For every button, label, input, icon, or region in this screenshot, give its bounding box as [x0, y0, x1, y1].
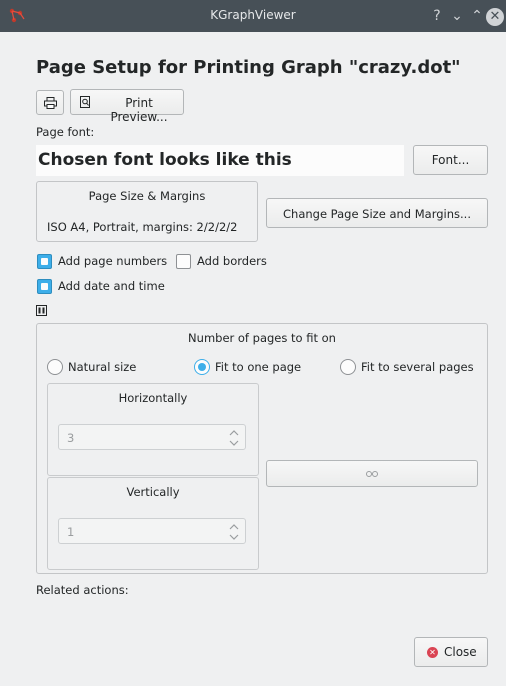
horizontal-pages-spinbox[interactable]: 3: [58, 424, 246, 450]
help-icon[interactable]: ?: [427, 6, 447, 26]
close-button[interactable]: ✕ Close: [414, 637, 488, 667]
vertically-label: Vertically: [126, 485, 180, 499]
font-sample-preview: Chosen font looks like this: [36, 145, 404, 176]
close-window-icon[interactable]: ✕: [486, 8, 504, 26]
font-button[interactable]: Font...: [413, 145, 488, 175]
fit-several-pages-radio[interactable]: [340, 359, 356, 375]
add-borders-label[interactable]: Add borders: [197, 254, 267, 268]
add-date-time-checkbox[interactable]: [37, 279, 52, 294]
add-page-numbers-label[interactable]: Add page numbers: [58, 254, 167, 268]
add-date-time-label[interactable]: Add date and time: [58, 279, 165, 293]
link-proportions-button[interactable]: [266, 460, 478, 487]
fit-group-title: Number of pages to fit on: [188, 331, 336, 345]
close-circle-icon: ✕: [427, 647, 438, 658]
vertical-pages-spinbox[interactable]: 1: [58, 518, 246, 544]
natural-size-label[interactable]: Natural size: [68, 360, 136, 374]
print-preview-label: Print Preview...: [110, 96, 168, 124]
chain-link-icon: [366, 471, 378, 477]
printer-icon: [44, 97, 57, 109]
title-bar: KGraphViewer ? ⌄ ⌃ ✕: [0, 0, 506, 32]
horizontally-label: Horizontally: [118, 391, 188, 405]
related-actions-label: Related actions:: [36, 583, 129, 597]
spin-arrows-icon[interactable]: [229, 521, 239, 543]
minimize-icon[interactable]: ⌄: [447, 6, 467, 26]
fit-one-page-radio[interactable]: [194, 359, 210, 375]
page-size-margins-group: Page Size & Margins ISO A4, Portrait, ma…: [36, 181, 258, 242]
pages-fit-group: Number of pages to fit on Natural size F…: [36, 323, 488, 574]
natural-size-radio[interactable]: [47, 359, 63, 375]
print-preview-icon: [80, 96, 90, 108]
fit-one-page-label[interactable]: Fit to one page: [215, 360, 301, 374]
add-borders-checkbox[interactable]: [176, 254, 191, 269]
spin-arrows-icon[interactable]: [229, 427, 239, 449]
close-button-label: Close: [444, 645, 477, 659]
print-preview-button[interactable]: Print Preview...: [70, 89, 184, 124]
vertically-group: Vertically 1: [47, 477, 259, 570]
page-size-group-title: Page Size & Margins: [88, 189, 206, 203]
page-title: Page Setup for Printing Graph "crazy.dot…: [36, 57, 461, 78]
print-button[interactable]: [36, 90, 64, 115]
layout-icon[interactable]: [36, 305, 47, 316]
horizontally-group: Horizontally 3: [47, 383, 259, 476]
add-page-numbers-checkbox[interactable]: [37, 254, 52, 269]
vertical-pages-value: 1: [67, 525, 75, 539]
change-page-size-button[interactable]: Change Page Size and Margins...: [266, 198, 488, 228]
horizontal-pages-value: 3: [67, 431, 75, 445]
maximize-icon[interactable]: ⌃: [467, 6, 487, 26]
fit-several-pages-label[interactable]: Fit to several pages: [361, 360, 474, 374]
page-size-value: ISO A4, Portrait, margins: 2/2/2/2: [47, 220, 238, 234]
page-font-label: Page font:: [36, 125, 95, 139]
